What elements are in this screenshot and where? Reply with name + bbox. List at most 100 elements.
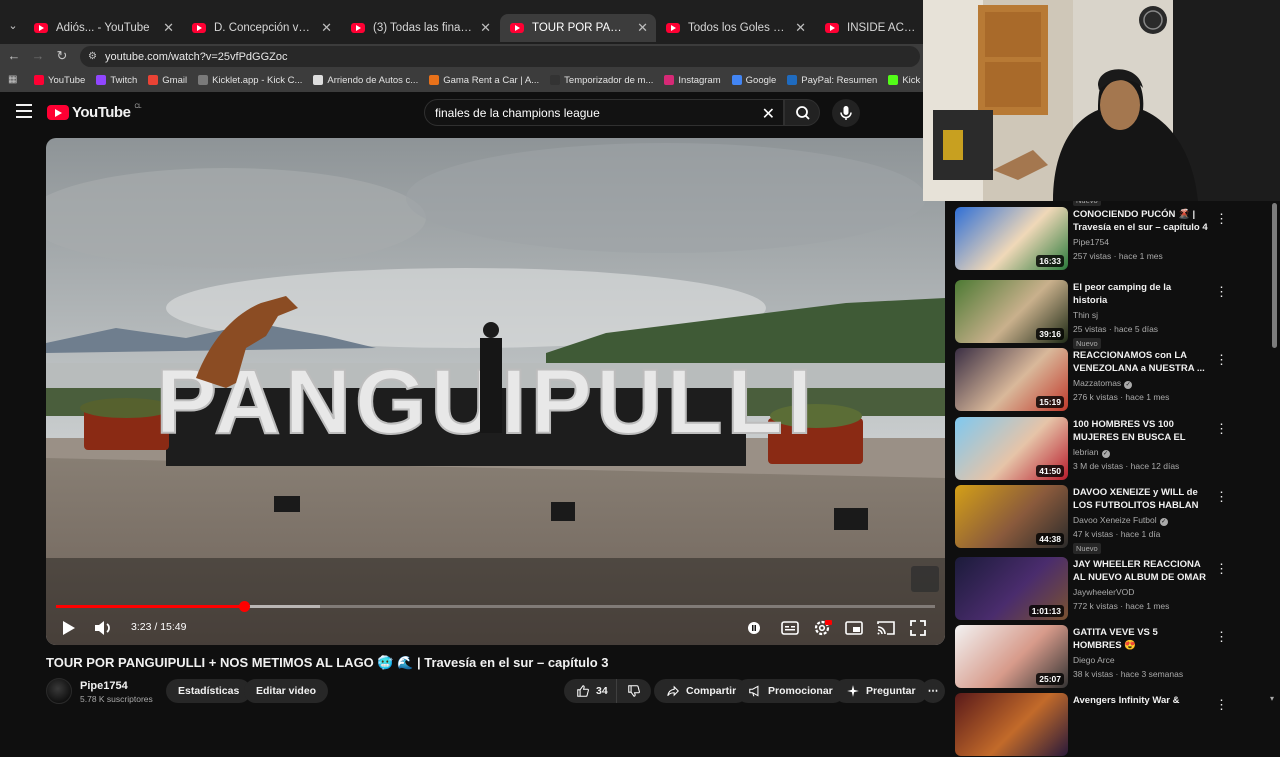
bookmark-favicon-icon bbox=[664, 75, 675, 85]
close-tab-icon[interactable]: ✕ bbox=[163, 20, 174, 36]
forward-arrow-icon[interactable]: → bbox=[29, 47, 47, 65]
browser-tab[interactable]: Todos los Goles de Chile en Cla ✕ bbox=[656, 14, 814, 42]
edit-video-button[interactable]: Editar video bbox=[244, 679, 329, 703]
bookmark-item[interactable]: Instagram bbox=[664, 75, 721, 86]
recommended-video[interactable]: 44:38 DAVOO XENEIZE y WILL de LOS FUTBOLI… bbox=[955, 485, 1245, 554]
recommended-channel[interactable]: Pipe1754 bbox=[1073, 237, 1109, 247]
recommended-title[interactable]: 100 HOMBRES VS 100 MUJERES EN BUSCA EL A… bbox=[1073, 418, 1208, 445]
video-thumbnail[interactable]: 39:16 bbox=[955, 280, 1068, 343]
recommended-channel[interactable]: lebrian ✓ bbox=[1073, 447, 1110, 458]
recommended-title[interactable]: JAY WHEELER REACCIONA AL NUEVO ALBUM DE … bbox=[1073, 558, 1208, 585]
recommended-video[interactable]: 15:19 REACCIONAMOS con LA VENEZOLANA a NU… bbox=[955, 348, 1245, 412]
recommended-title[interactable]: El peor camping de la historia bbox=[1073, 281, 1208, 307]
bookmark-item[interactable]: Google bbox=[731, 75, 776, 86]
recommended-title[interactable]: GATITA VEVE VS 5 HOMBRES 😍 bbox=[1073, 626, 1208, 652]
recommended-video[interactable]: Avengers Infinity War & ⋮ bbox=[955, 693, 1245, 757]
dislike-button[interactable] bbox=[616, 679, 651, 703]
bookmark-item[interactable]: PayPal: Resumen bbox=[787, 75, 877, 86]
more-vert-icon[interactable]: ⋮ bbox=[1215, 629, 1228, 645]
autoplay-toggle[interactable] bbox=[742, 616, 766, 640]
video-player[interactable]: PANGUIPULLI 3:23 / 15:49 bbox=[46, 138, 945, 645]
apps-grid-icon[interactable]: ▦ bbox=[8, 74, 20, 86]
more-vert-icon[interactable]: ⋮ bbox=[1215, 697, 1228, 713]
recommended-video[interactable]: 41:50 100 HOMBRES VS 100 MUJERES EN BUSCA… bbox=[955, 417, 1245, 481]
settings-button[interactable] bbox=[810, 616, 834, 640]
tab-search-icon[interactable]: ⌄ bbox=[4, 17, 22, 35]
browser-tab[interactable]: Adiós... - YouTube ✕ bbox=[24, 14, 182, 42]
volume-button[interactable] bbox=[91, 616, 115, 640]
site-info-icon[interactable]: ⚙ bbox=[88, 51, 97, 62]
recommended-video[interactable]: 1:01:13 JAY WHEELER REACCIONA AL NUEVO AL… bbox=[955, 557, 1245, 621]
video-thumbnail[interactable]: 16:33 bbox=[955, 207, 1068, 270]
browser-tab[interactable]: TOUR POR PANGUIPULLI + NOS ✕ bbox=[500, 14, 656, 42]
video-thumbnail[interactable] bbox=[955, 693, 1068, 756]
more-vert-icon[interactable]: ⋮ bbox=[1215, 284, 1228, 300]
url-field[interactable]: ⚙ youtube.com/watch?v=25vfPdGGZoc bbox=[80, 46, 920, 67]
browser-tab[interactable]: INSIDE ACCESS: Cómo bbox=[815, 14, 925, 42]
sidebar-scrollbar-thumb[interactable] bbox=[1272, 203, 1277, 348]
recommended-title[interactable]: REACCIONAMOS con LA VENEZOLANA a NUESTRA… bbox=[1073, 349, 1208, 375]
stats-button[interactable]: Estadísticas bbox=[166, 679, 252, 703]
promote-button[interactable]: Promocionar bbox=[736, 679, 845, 703]
like-button[interactable]: 34 bbox=[564, 679, 624, 703]
reload-icon[interactable]: ↻ bbox=[53, 47, 71, 65]
recommended-title[interactable]: CONOCIENDO PUCÓN 🌋 | Travesía en el sur … bbox=[1073, 208, 1208, 234]
bookmark-item[interactable]: YouTube bbox=[34, 75, 85, 86]
bookmark-item[interactable]: Arriendo de Autos c... bbox=[313, 75, 418, 86]
bookmark-item[interactable]: Gmail bbox=[148, 75, 187, 86]
recommended-video[interactable]: 16:33 CONOCIENDO PUCÓN 🌋 | Travesía en el… bbox=[955, 207, 1245, 271]
video-thumbnail[interactable]: 15:19 bbox=[955, 348, 1068, 411]
more-vert-icon[interactable]: ⋮ bbox=[1215, 211, 1228, 227]
bookmark-item[interactable]: Twitch bbox=[96, 75, 137, 86]
search-input[interactable]: finales de la champions league ✕ bbox=[424, 99, 784, 126]
bookmark-item[interactable]: Gama Rent a Car | A... bbox=[429, 75, 539, 86]
progress-bar[interactable] bbox=[56, 601, 935, 612]
close-tab-icon[interactable]: ✕ bbox=[480, 20, 491, 36]
more-vert-icon[interactable]: ⋮ bbox=[1215, 421, 1228, 437]
bookmark-item[interactable]: Temporizador de m... bbox=[550, 75, 653, 86]
fullscreen-button[interactable] bbox=[906, 616, 930, 640]
more-actions-button[interactable]: ⋯ bbox=[921, 679, 945, 703]
play-button[interactable] bbox=[56, 616, 80, 640]
voice-search-button[interactable] bbox=[832, 99, 860, 127]
miniplayer-button[interactable] bbox=[842, 616, 866, 640]
recommended-title[interactable]: Avengers Infinity War & bbox=[1073, 694, 1208, 707]
menu-icon[interactable] bbox=[16, 104, 32, 118]
video-thumbnail[interactable]: 1:01:13 bbox=[955, 557, 1068, 620]
recommended-channel[interactable]: Diego Arce bbox=[1073, 655, 1115, 665]
cast-button[interactable] bbox=[874, 616, 898, 640]
share-button[interactable]: Compartir bbox=[654, 679, 749, 703]
search-button[interactable] bbox=[784, 99, 820, 126]
browser-tab[interactable]: D. Concepción vs Colo-Colo | Liga ✕ bbox=[182, 14, 340, 42]
youtube-logo[interactable]: YouTube CL bbox=[47, 104, 142, 121]
close-tab-icon[interactable]: ✕ bbox=[321, 20, 332, 36]
recommended-channel[interactable]: Thin sj bbox=[1073, 310, 1098, 320]
video-thumbnail[interactable]: 41:50 bbox=[955, 417, 1068, 480]
video-thumbnail[interactable]: 44:38 bbox=[955, 485, 1068, 548]
channel-name[interactable]: Pipe1754 bbox=[80, 680, 128, 692]
recommended-video[interactable]: 39:16 El peor camping de la historia Thin … bbox=[955, 280, 1245, 349]
back-arrow-icon[interactable]: ← bbox=[5, 47, 23, 65]
gear-icon bbox=[814, 620, 832, 636]
recommended-channel[interactable]: Mazzatomas ✓ bbox=[1073, 378, 1133, 389]
bookmark-item[interactable]: Kicklet.app - Kick C... bbox=[198, 75, 302, 86]
close-tab-icon[interactable]: ✕ bbox=[795, 20, 806, 36]
video-thumbnail[interactable]: 25:07 bbox=[955, 625, 1068, 688]
recommended-channel[interactable]: JaywheelerVOD bbox=[1073, 587, 1134, 597]
scroll-down-icon[interactable]: ▾ bbox=[1270, 694, 1274, 703]
more-vert-icon[interactable]: ⋮ bbox=[1215, 489, 1228, 505]
channel-avatar[interactable] bbox=[46, 678, 72, 704]
browser-tab[interactable]: (3) Todas las finales de la Liga de ✕ bbox=[341, 14, 499, 42]
bookmark-item[interactable]: Kick bbox=[888, 75, 920, 86]
like-count: 34 bbox=[596, 685, 608, 697]
more-vert-icon[interactable]: ⋮ bbox=[1215, 352, 1228, 368]
recommended-channel-name: Pipe1754 bbox=[1073, 237, 1109, 247]
recommended-video[interactable]: 25:07 GATITA VEVE VS 5 HOMBRES 😍 Diego Arc… bbox=[955, 625, 1245, 689]
ask-button[interactable]: Preguntar bbox=[834, 679, 928, 703]
more-vert-icon[interactable]: ⋮ bbox=[1215, 561, 1228, 577]
clear-search-icon[interactable]: ✕ bbox=[762, 104, 775, 124]
recommended-channel[interactable]: Davoo Xeneize Futbol ✓ bbox=[1073, 515, 1168, 526]
close-tab-icon[interactable]: ✕ bbox=[637, 20, 648, 36]
recommended-title[interactable]: DAVOO XENEIZE y WILL de LOS FUTBOLITOS H… bbox=[1073, 486, 1208, 513]
subtitles-button[interactable] bbox=[778, 616, 802, 640]
